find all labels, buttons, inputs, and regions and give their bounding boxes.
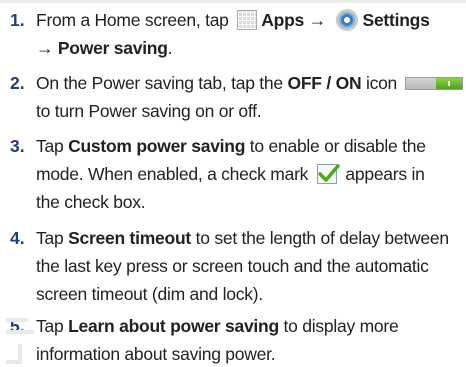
step-text-line: Tap Learn about power saving to display …	[36, 316, 399, 336]
step-number: 2.	[10, 73, 25, 93]
toggle-knob	[436, 78, 463, 89]
step-text-line: to turn Power saving on or off.	[36, 101, 262, 121]
off-on-toggle-icon	[405, 77, 464, 90]
apps-grid-icon	[237, 10, 258, 30]
watermark-fragment	[6, 330, 34, 334]
step-number: 4.	[10, 228, 25, 248]
settings-gear-icon	[335, 9, 358, 31]
step-text-line: Tap Screen timeout to set the length of …	[36, 228, 449, 248]
step-number: 1.	[10, 10, 25, 30]
step-text-line: information about saving power.	[36, 344, 276, 364]
watermark-fragment	[6, 318, 28, 322]
step-number: 3.	[10, 136, 25, 156]
step-text-line: From a Home screen, tap Apps → Settings	[36, 9, 430, 31]
step-text-line: mode. When enabled, a check mark appears…	[36, 164, 425, 184]
step-text-line: On the Power saving tab, tap the OFF / O…	[36, 71, 464, 95]
step-text-line: the last key press or screen touch and t…	[36, 256, 429, 276]
watermark-fragment	[6, 360, 20, 364]
step-text-line: the check box.	[36, 192, 146, 212]
step-text-line: screen timeout (dim and lock).	[36, 284, 263, 304]
step-text-line: → Power saving.	[36, 38, 173, 58]
check-mark-icon	[316, 164, 340, 184]
step-text-line: Tap Custom power saving to enable or dis…	[36, 136, 426, 156]
partial-text-fragment	[0, 0, 466, 3]
